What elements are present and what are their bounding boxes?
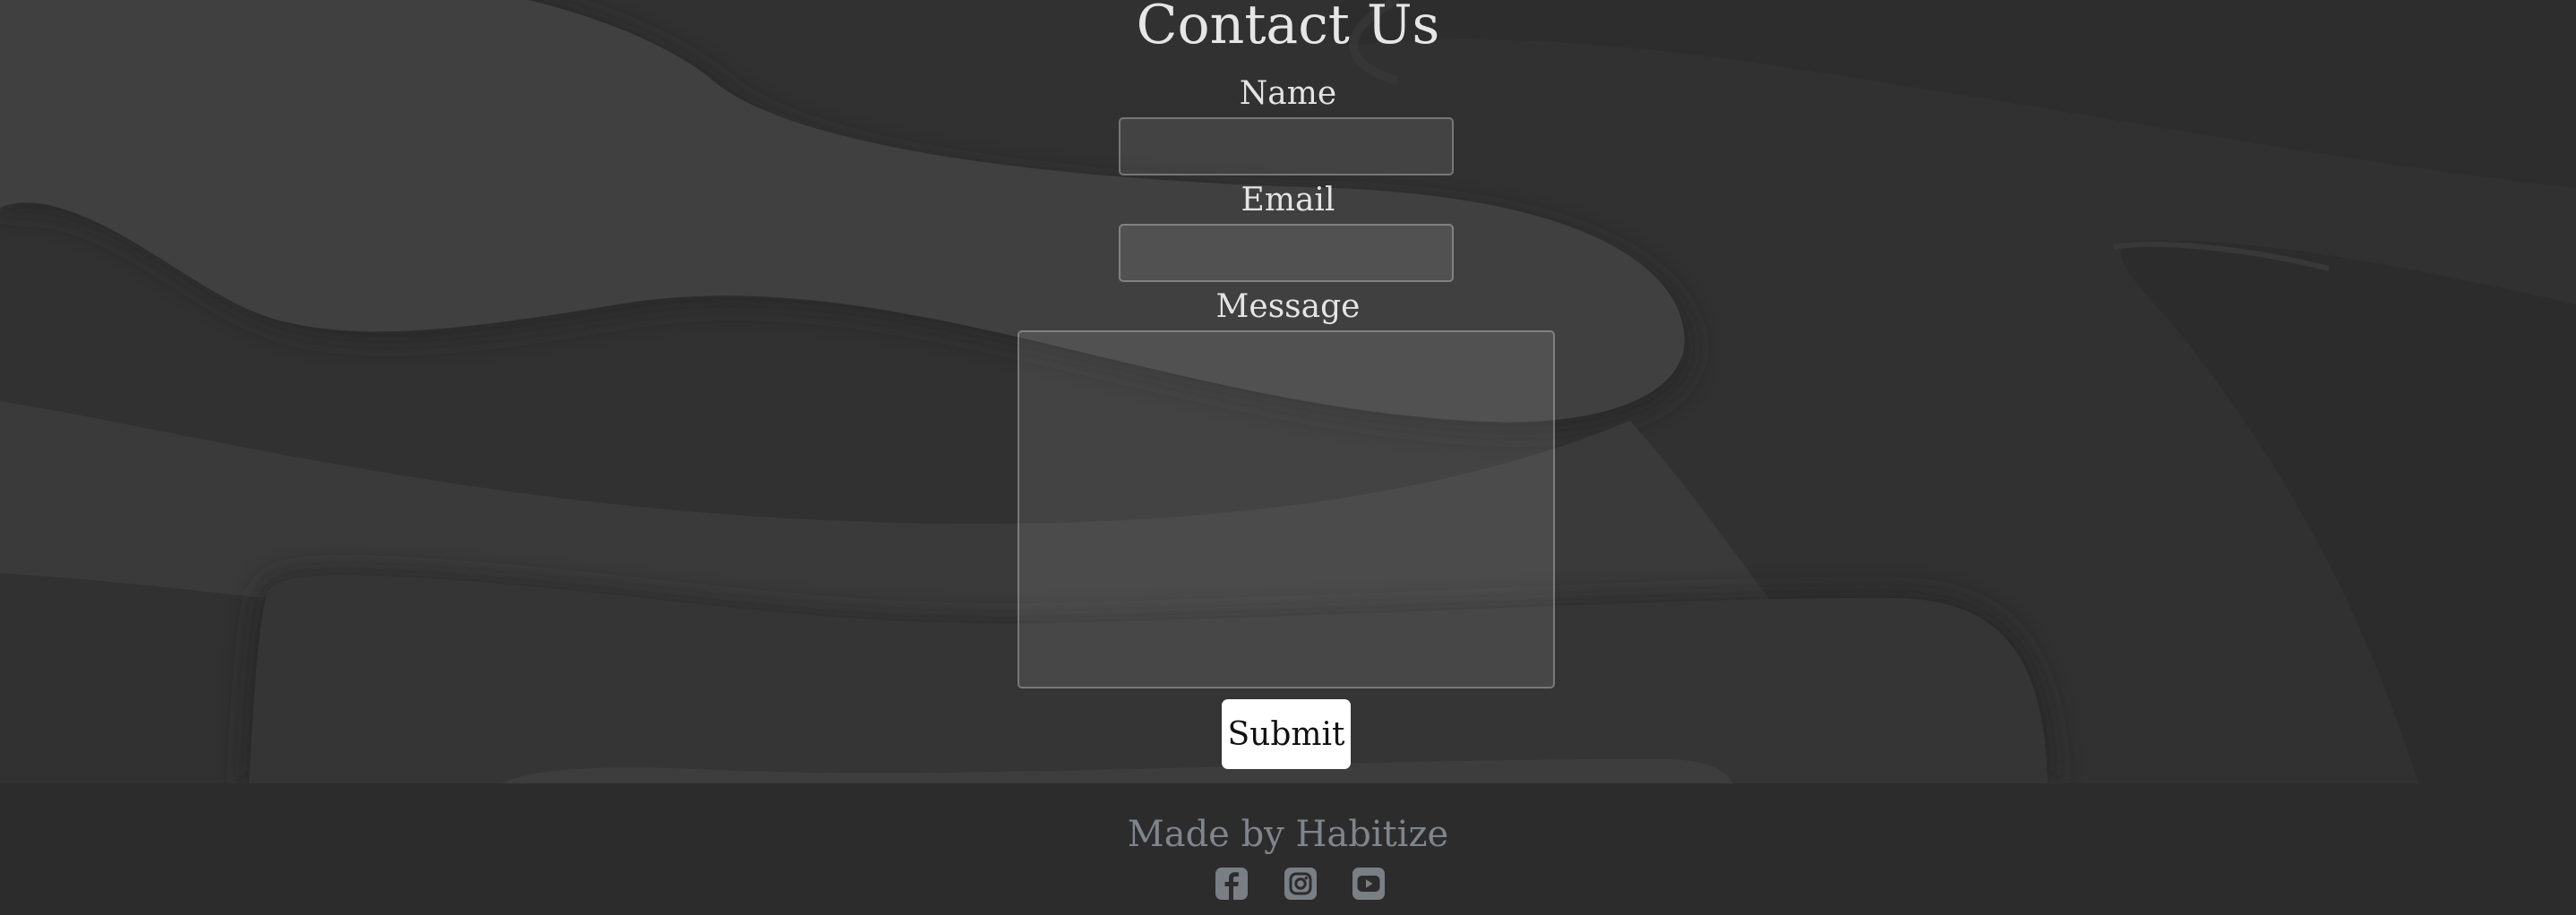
instagram-icon[interactable]: [1284, 867, 1318, 901]
message-textarea[interactable]: [1018, 330, 1555, 688]
footer: Made by Habitize: [0, 783, 2576, 915]
page-title: Contact Us: [1136, 0, 1440, 56]
facebook-icon[interactable]: [1215, 867, 1249, 901]
email-label: Email: [1241, 182, 1335, 218]
contact-form: Contact Us Name Email Message Submit: [0, 0, 2576, 783]
email-input[interactable]: [1119, 224, 1454, 282]
name-label: Name: [1239, 75, 1337, 112]
name-input[interactable]: [1119, 117, 1454, 175]
submit-button[interactable]: Submit: [1222, 699, 1351, 769]
footer-credit: Made by Habitize: [1127, 814, 1449, 855]
message-label: Message: [1215, 288, 1361, 325]
youtube-icon[interactable]: [1352, 867, 1386, 901]
contact-section: Contact Us Name Email Message Submit: [0, 0, 2576, 783]
page: Contact Us Name Email Message Submit Mad…: [0, 0, 2576, 915]
